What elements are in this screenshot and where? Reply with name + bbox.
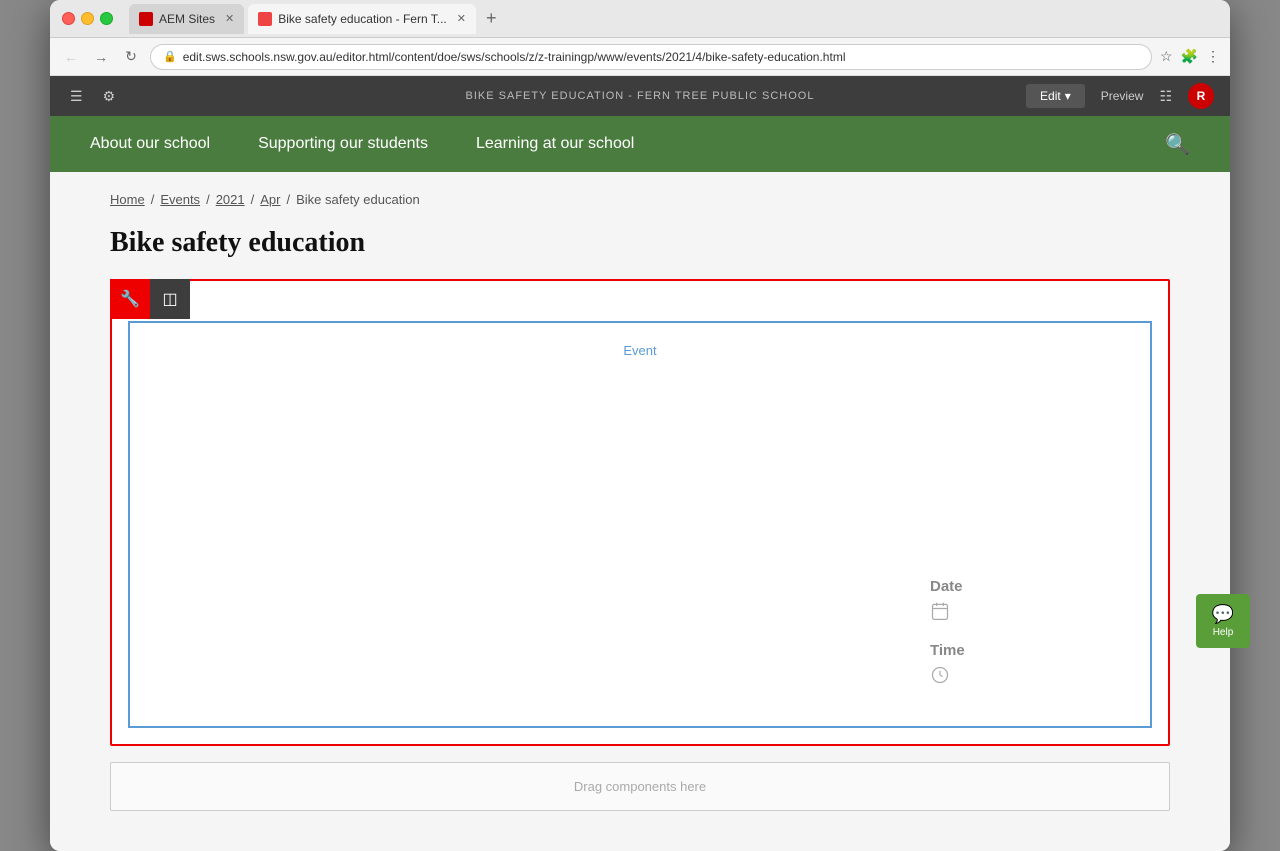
help-icon: 💬: [1212, 604, 1234, 625]
aem-topbar-left: ☰ ⚙: [66, 84, 119, 109]
site-nav: About our school Supporting our students…: [50, 116, 1230, 172]
new-tab-button[interactable]: +: [480, 8, 503, 29]
browser-window: AEM Sites ✕ Bike safety education - Fern…: [50, 0, 1230, 851]
tab-aem-label: AEM Sites: [159, 12, 215, 26]
maximize-button[interactable]: [100, 12, 113, 25]
nav-item-supporting[interactable]: Supporting our students: [258, 134, 428, 155]
component-toolbar: 🔧 ◫: [110, 279, 190, 319]
avatar[interactable]: R: [1188, 83, 1214, 109]
aem-favicon: [139, 12, 153, 26]
configure-button[interactable]: 🔧: [110, 279, 150, 319]
adjust-icon[interactable]: ⚙: [99, 84, 120, 109]
event-type-label: Event: [150, 343, 1130, 358]
event-content-area: [150, 378, 1130, 578]
page-content: Home / Events / 2021 / Apr / Bike safety…: [50, 172, 1230, 851]
refresh-button[interactable]: ↻: [120, 46, 142, 68]
tabs-bar: AEM Sites ✕ Bike safety education - Fern…: [129, 4, 503, 34]
toolbar-icons: ☆ 🧩 ⋮: [1160, 48, 1220, 65]
component-wrapper: 🔧 ◫ Event Date: [110, 279, 1170, 746]
chevron-down-icon: ▾: [1065, 89, 1071, 103]
tab-page-label: Bike safety education - Fern T...: [278, 12, 447, 26]
grid-icon[interactable]: ☷: [1159, 88, 1172, 105]
layout-button[interactable]: ◫: [150, 279, 190, 319]
help-button[interactable]: 💬 Help: [1196, 594, 1250, 648]
url-text: edit.sws.schools.nsw.gov.au/editor.html/…: [183, 50, 846, 64]
minimize-button[interactable]: [81, 12, 94, 25]
nav-item-learning[interactable]: Learning at our school: [476, 134, 634, 155]
page-title: Bike safety education: [110, 227, 1170, 259]
menu-icon[interactable]: ⋮: [1206, 48, 1220, 65]
clock-icon: [930, 665, 1090, 690]
page-favicon: [258, 12, 272, 26]
sidebar-toggle-icon[interactable]: ☰: [66, 84, 87, 109]
drag-zone: Drag components here: [110, 762, 1170, 811]
event-component: Event Date Time: [128, 321, 1152, 728]
calendar-icon: [930, 601, 1090, 626]
help-label: Help: [1213, 627, 1234, 638]
breadcrumb: Home / Events / 2021 / Apr / Bike safety…: [110, 192, 1170, 207]
edit-label: Edit: [1040, 89, 1061, 103]
title-bar: AEM Sites ✕ Bike safety education - Fern…: [50, 0, 1230, 38]
breadcrumb-events[interactable]: Events: [160, 192, 200, 207]
back-button[interactable]: ←: [60, 46, 82, 68]
event-details: Date Time: [930, 578, 1130, 706]
extensions-icon[interactable]: 🧩: [1181, 48, 1198, 65]
lock-icon: 🔒: [163, 50, 177, 63]
layout-icon: ◫: [162, 289, 177, 309]
url-field[interactable]: 🔒 edit.sws.schools.nsw.gov.au/editor.htm…: [150, 44, 1152, 70]
nav-item-about[interactable]: About our school: [90, 134, 210, 155]
aem-topbar-right: Edit ▾ Preview ☷ R: [1026, 83, 1214, 109]
tab-page-close[interactable]: ✕: [457, 12, 466, 25]
aem-topbar: ☰ ⚙ BIKE SAFETY EDUCATION - FERN TREE PU…: [50, 76, 1230, 116]
breadcrumb-2021[interactable]: 2021: [216, 192, 245, 207]
forward-button[interactable]: →: [90, 46, 112, 68]
edit-button[interactable]: Edit ▾: [1026, 84, 1085, 108]
preview-button[interactable]: Preview: [1101, 89, 1144, 103]
traffic-lights: [62, 12, 113, 25]
breadcrumb-apr[interactable]: Apr: [260, 192, 280, 207]
breadcrumb-home[interactable]: Home: [110, 192, 145, 207]
breadcrumb-current: Bike safety education: [296, 192, 420, 207]
address-bar: ← → ↻ 🔒 edit.sws.schools.nsw.gov.au/edit…: [50, 38, 1230, 76]
tab-aem-close[interactable]: ✕: [225, 12, 234, 25]
date-label: Date: [930, 578, 1090, 595]
bookmark-icon[interactable]: ☆: [1160, 48, 1173, 65]
tab-aem[interactable]: AEM Sites ✕: [129, 4, 244, 34]
drag-zone-label: Drag components here: [574, 779, 706, 794]
time-label: Time: [930, 642, 1090, 659]
wrench-icon: 🔧: [120, 289, 140, 309]
tab-page[interactable]: Bike safety education - Fern T... ✕: [248, 4, 476, 34]
aem-topbar-title: BIKE SAFETY EDUCATION - FERN TREE PUBLIC…: [466, 90, 815, 102]
close-button[interactable]: [62, 12, 75, 25]
search-icon[interactable]: 🔍: [1165, 132, 1190, 157]
